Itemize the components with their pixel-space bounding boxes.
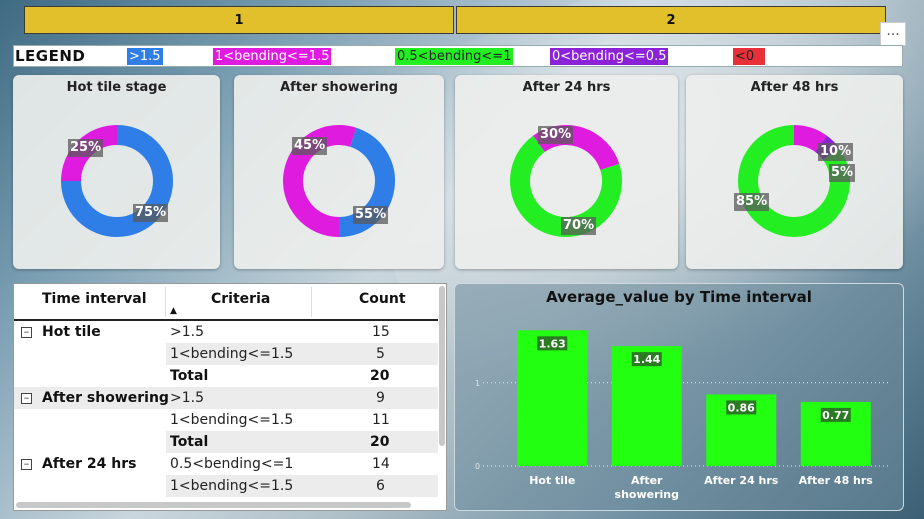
total-label: Total — [170, 434, 209, 450]
legend-bar: LEGEND >1.5 1<bending<=1.5 0.5<bending<=… — [13, 45, 903, 67]
legend-item-gt-1-5: >1.5 — [127, 48, 163, 65]
category-label: After 24 hrs — [704, 474, 779, 487]
count-cell: 9 — [376, 390, 385, 406]
criteria-cell: >1.5 — [170, 324, 204, 340]
more-options-button[interactable]: ... — [880, 22, 906, 46]
collapse-icon[interactable]: – — [21, 326, 32, 338]
total-label: Total — [170, 368, 209, 384]
donut-card-after-showering: After showering 45% 55% — [234, 75, 444, 269]
legend-item-1-to-1-5: 1<bending<=1.5 — [213, 48, 332, 65]
tab-1[interactable]: 1 — [24, 6, 454, 34]
slice-label: 85% — [734, 193, 770, 211]
table-row: – After 24 hrs 0.5<bending<=1 14 — [14, 453, 438, 475]
legend-item-0-to-0-5: 0<bending<=0.5 — [550, 48, 669, 65]
bar-chart: 0 1 1.63 Hot tile 1.44 Aftershowering 0.86 Afte… — [475, 330, 891, 501]
group-label: Hot tile — [42, 324, 101, 340]
legend-item-lt-0: <0 — [733, 48, 765, 65]
total-row: Total 20 — [14, 365, 438, 387]
column-divider — [165, 287, 166, 317]
page-tabs: 1 2 — [24, 6, 886, 34]
criteria-cell: 1<bending<=1.5 — [170, 478, 294, 494]
slice-label: 75% — [133, 204, 169, 222]
criteria-cell: >1.5 — [170, 390, 204, 406]
legend-title: LEGEND — [15, 47, 86, 65]
header-time-interval[interactable]: Time interval — [42, 284, 147, 320]
count-cell: 5 — [376, 346, 385, 362]
category-label: After 48 hrs — [799, 474, 874, 487]
group-label: After 24 hrs — [42, 456, 137, 472]
donut-card-hot-tile: Hot tile stage 25% 75% — [13, 75, 220, 269]
header-count[interactable]: Count — [359, 284, 406, 320]
slice-label: 30% — [538, 126, 574, 144]
count-cell: 14 — [372, 456, 390, 472]
horizontal-scrollbar[interactable] — [16, 502, 411, 508]
legend-item-0-5-to-1: 0.5<bending<=1 — [395, 48, 514, 65]
criteria-cell: 0.5<bending<=1 — [170, 456, 294, 472]
slice-label: 55% — [353, 206, 389, 224]
data-label: 0.86 — [728, 401, 755, 414]
data-label: 1.63 — [539, 337, 566, 350]
data-label: 1.44 — [633, 353, 660, 366]
table-row: – Hot tile >1.5 15 — [14, 321, 438, 343]
slice-label: 10% — [818, 143, 854, 161]
count-cell: 11 — [372, 412, 390, 428]
collapse-icon[interactable]: – — [21, 392, 32, 404]
table-row: – After showering >1.5 9 — [14, 387, 438, 409]
category-label: After — [631, 474, 663, 487]
slice-label: 45% — [292, 137, 328, 155]
collapse-icon[interactable]: – — [21, 458, 32, 470]
category-label: showering — [615, 488, 679, 501]
column-divider — [311, 287, 312, 317]
donut-chart — [510, 125, 622, 237]
tab-2[interactable]: 2 — [456, 6, 886, 34]
category-label: Hot tile — [529, 474, 575, 487]
total-value: 20 — [370, 368, 390, 384]
table-row: 1<bending<=1.5 6 — [166, 475, 438, 497]
data-label: 0.77 — [822, 409, 849, 422]
criteria-cell: 1<bending<=1.5 — [170, 412, 294, 428]
donut-chart — [283, 125, 395, 237]
criteria-table: Time interval Criteria Count ▲ – Hot til… — [13, 283, 447, 511]
total-value: 20 — [370, 434, 390, 450]
y-tick-label: 1 — [475, 379, 480, 388]
vertical-scrollbar[interactable] — [439, 286, 445, 446]
donut-chart — [61, 125, 173, 237]
sort-ascending-icon[interactable]: ▲ — [170, 306, 177, 316]
bar-chart-card: Average_value by Time interval 0 1 1.63 Hot… — [454, 283, 904, 511]
table-row: 1<bending<=1.5 11 — [14, 409, 438, 431]
y-tick-label: 0 — [475, 462, 480, 471]
criteria-cell: 1<bending<=1.5 — [170, 346, 294, 362]
slice-label: 5% — [829, 164, 856, 182]
total-row: Total 20 — [166, 431, 438, 453]
count-cell: 15 — [372, 324, 390, 340]
donut-card-after-48-hrs: After 48 hrs 85% 10% 5% — [686, 75, 903, 269]
donut-chart — [738, 125, 850, 237]
table-row: 1<bending<=1.5 5 — [166, 343, 438, 365]
count-cell: 6 — [376, 478, 385, 494]
donut-slice[interactable] — [793, 125, 827, 153]
donut-card-after-24-hrs: After 24 hrs 30% 70% — [455, 75, 678, 269]
header-criteria[interactable]: Criteria — [211, 284, 270, 320]
group-label: After showering — [42, 390, 169, 406]
bar[interactable] — [517, 330, 588, 466]
slice-label: 70% — [561, 217, 597, 235]
slice-label: 25% — [68, 139, 104, 157]
